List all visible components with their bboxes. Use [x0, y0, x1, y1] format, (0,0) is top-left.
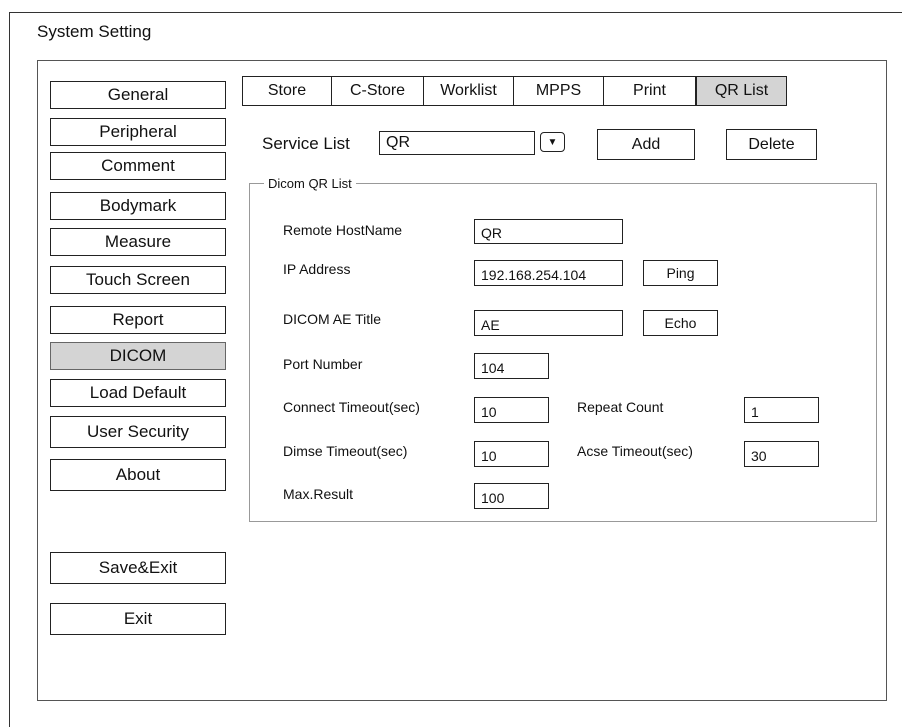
ping-button[interactable]: Ping: [643, 260, 718, 286]
tab-print[interactable]: Print: [604, 76, 696, 106]
window-title: System Setting: [37, 22, 152, 41]
port-number-label: Port Number: [283, 356, 363, 372]
tab-worklist[interactable]: Worklist: [424, 76, 514, 106]
echo-button[interactable]: Echo: [643, 310, 718, 336]
add-button[interactable]: Add: [597, 129, 695, 160]
sidebar-item-load-default[interactable]: Load Default: [50, 379, 226, 407]
remote-hostname-label: Remote HostName: [283, 222, 403, 238]
repeat-count-field[interactable]: 1: [744, 397, 819, 423]
tab-qr-list[interactable]: QR List: [696, 76, 787, 106]
dicom-qr-list-legend: Dicom QR List: [264, 176, 356, 191]
sidebar-item-general[interactable]: General: [50, 81, 226, 109]
tab-mpps[interactable]: MPPS: [514, 76, 604, 106]
service-list-label: Service List: [262, 134, 350, 153]
sidebar-item-comment[interactable]: Comment: [50, 152, 226, 180]
ae-title-label: DICOM AE Title: [283, 311, 382, 327]
sidebar-item-report[interactable]: Report: [50, 306, 226, 334]
tab-c-store[interactable]: C-Store: [332, 76, 424, 106]
acse-timeout-label: Acse Timeout(sec): [577, 443, 693, 459]
chevron-down-icon[interactable]: ▼: [540, 132, 565, 152]
dimse-timeout-label: Dimse Timeout(sec): [283, 443, 408, 459]
sidebar-item-bodymark[interactable]: Bodymark: [50, 192, 226, 220]
ip-address-label: IP Address: [283, 261, 351, 277]
sidebar-item-dicom[interactable]: DICOM: [50, 342, 226, 370]
exit-button[interactable]: Exit: [50, 603, 226, 635]
ip-address-field[interactable]: 192.168.254.104: [474, 260, 623, 286]
port-number-field[interactable]: 104: [474, 353, 549, 379]
delete-button[interactable]: Delete: [726, 129, 817, 160]
ae-title-field[interactable]: AE: [474, 310, 623, 336]
sidebar-item-measure[interactable]: Measure: [50, 228, 226, 256]
sidebar-item-about[interactable]: About: [50, 459, 226, 491]
acse-timeout-field[interactable]: 30: [744, 441, 819, 467]
sidebar-item-touch-screen[interactable]: Touch Screen: [50, 266, 226, 294]
max-result-field[interactable]: 100: [474, 483, 549, 509]
sidebar-item-peripheral[interactable]: Peripheral: [50, 118, 226, 146]
connect-timeout-label: Connect Timeout(sec): [283, 399, 420, 415]
repeat-count-label: Repeat Count: [577, 399, 664, 415]
connect-timeout-field[interactable]: 10: [474, 397, 549, 423]
save-exit-button[interactable]: Save&Exit: [50, 552, 226, 584]
remote-hostname-field[interactable]: QR: [474, 219, 623, 244]
dimse-timeout-field[interactable]: 10: [474, 441, 549, 467]
sidebar-item-user-security[interactable]: User Security: [50, 416, 226, 448]
max-result-label: Max.Result: [283, 486, 354, 502]
service-list-select[interactable]: QR: [379, 131, 535, 155]
tab-store[interactable]: Store: [242, 76, 332, 106]
